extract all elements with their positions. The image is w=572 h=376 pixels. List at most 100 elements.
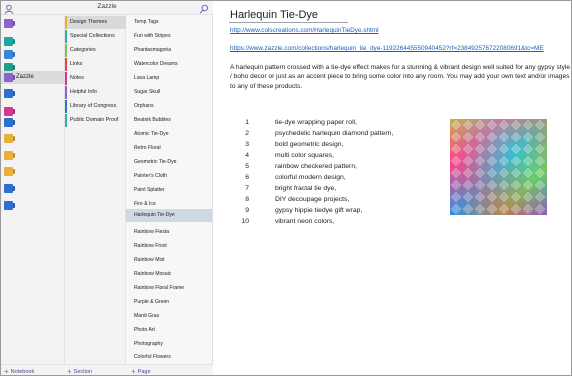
section-label: Design Themes bbox=[70, 19, 107, 25]
section-label: Notes bbox=[70, 75, 84, 81]
notebook-title: Zazzle bbox=[97, 3, 117, 10]
page-label: Paint Splatter bbox=[134, 187, 165, 193]
page-item[interactable]: Rainbow Mist bbox=[126, 254, 212, 267]
page-item-harlequin-tie-dye[interactable]: Harlequin Tie-Dye bbox=[126, 209, 212, 222]
title-bar: Zazzle bbox=[1, 1, 213, 15]
section-item-public-domain-proof[interactable]: Public Domain Proof bbox=[65, 114, 126, 127]
add-section-button[interactable]: + Section bbox=[67, 367, 92, 376]
page-list: Temp Tags Fun with Stripes Phantasmagori… bbox=[126, 15, 213, 364]
bottom-bar: + Notebook + Section + Page bbox=[1, 364, 213, 376]
list-text: colorful modern design, bbox=[275, 174, 346, 181]
notebook-icon bbox=[4, 201, 13, 210]
notebook-item[interactable] bbox=[1, 149, 65, 162]
page-item[interactable]: Mardi Gras bbox=[126, 310, 212, 323]
page-item[interactable]: Watercolor Dreams bbox=[126, 58, 212, 71]
notebook-item[interactable] bbox=[1, 132, 65, 145]
page-label: Phantasmagoria bbox=[134, 47, 172, 53]
page-item[interactable]: Orphans bbox=[126, 100, 212, 113]
onenote-window: Zazzle Zazzle Design Themes Special Coll… bbox=[0, 0, 572, 376]
page-label: Geometric Tie-Dye bbox=[134, 159, 177, 165]
notebook-item[interactable] bbox=[1, 17, 65, 30]
notebook-item[interactable] bbox=[1, 35, 65, 48]
page-item[interactable]: Atomic Tie-Dye bbox=[126, 128, 212, 141]
page-item[interactable]: Beatnik Bubbles bbox=[126, 114, 212, 127]
page-label: Rainbow Fiesta bbox=[134, 229, 170, 235]
harlequin-tie-dye-image[interactable] bbox=[450, 119, 547, 215]
page-label: Retro Floral bbox=[134, 145, 161, 151]
page-title[interactable]: Harlequin Tie-Dye bbox=[230, 9, 318, 21]
page-item[interactable]: Photography bbox=[126, 338, 212, 351]
notebook-item[interactable] bbox=[1, 182, 65, 195]
plus-icon: + bbox=[4, 367, 9, 376]
notebook-item[interactable] bbox=[1, 199, 65, 212]
section-color-bar bbox=[65, 100, 67, 113]
page-item[interactable]: Purple & Green bbox=[126, 296, 212, 309]
section-item-notes[interactable]: Notes bbox=[65, 72, 126, 85]
page-item[interactable]: Fun with Stripes bbox=[126, 30, 212, 43]
notebook-icon bbox=[4, 151, 13, 160]
list-text: rainbow checkered pattern, bbox=[275, 163, 357, 170]
page-item[interactable]: Paint Splatter bbox=[126, 184, 212, 197]
page-item[interactable]: Painter's Cloth bbox=[126, 170, 212, 183]
section-item-categories[interactable]: Categories bbox=[65, 44, 126, 57]
notebook-icon bbox=[4, 118, 13, 127]
page-label: Atomic Tie-Dye bbox=[134, 131, 169, 137]
page-label: Rainbow Mist bbox=[134, 257, 165, 263]
notebook-icon bbox=[4, 107, 13, 116]
list-number: 7 bbox=[245, 185, 249, 192]
plus-icon: + bbox=[67, 367, 72, 376]
page-item[interactable]: Geometric Tie-Dye bbox=[126, 156, 212, 169]
notebook-item-zazzle[interactable]: Zazzle bbox=[1, 71, 65, 84]
list-text: vibrant neon colors, bbox=[275, 218, 335, 225]
notebook-item[interactable] bbox=[1, 48, 65, 61]
list-text: psychedelic harlequin diamond pattern, bbox=[275, 130, 394, 137]
section-item-design-themes[interactable]: Design Themes bbox=[65, 16, 126, 29]
link-colscreations[interactable]: http://www.colscreations.com/HarlequinTi… bbox=[230, 27, 379, 34]
page-label: Fire & Ice bbox=[134, 201, 156, 207]
page-label: Harlequin Tie-Dye bbox=[134, 212, 175, 218]
page-label: Colorful Flowers bbox=[134, 354, 171, 360]
page-label: Lava Lamp bbox=[134, 75, 160, 81]
page-item[interactable]: Lava Lamp bbox=[126, 72, 212, 85]
page-label: Sugar Skull bbox=[134, 89, 161, 95]
page-label: Beatnik Bubbles bbox=[134, 117, 171, 123]
notebook-item[interactable] bbox=[1, 116, 65, 129]
title-underline bbox=[229, 22, 348, 23]
list-number: 10 bbox=[241, 218, 249, 225]
page-item[interactable]: Rainbow Mosaic bbox=[126, 268, 212, 281]
page-item[interactable]: Colorful Flowers bbox=[126, 351, 212, 364]
page-item[interactable]: Rainbow Frost bbox=[126, 240, 212, 253]
notebook-icon bbox=[4, 184, 13, 193]
notebook-icon bbox=[4, 89, 13, 98]
link-zazzle-collection[interactable]: https://www.zazzle.com/collections/harle… bbox=[230, 45, 544, 52]
notebook-item[interactable] bbox=[1, 165, 65, 178]
add-notebook-label: Notebook bbox=[10, 369, 35, 375]
section-item-library-of-congress[interactable]: Library of Congress bbox=[65, 100, 126, 113]
add-page-label: Page bbox=[137, 369, 151, 375]
add-page-button[interactable]: + Page bbox=[131, 367, 151, 375]
list-text: tie-dye wrapping paper roll, bbox=[275, 119, 357, 126]
page-content[interactable]: Harlequin Tie-Dye http://www.colscreatio… bbox=[214, 1, 571, 375]
page-item[interactable]: Rainbow Fiesta bbox=[126, 226, 212, 239]
page-description[interactable]: A harlequin pattern crossed with a tie-d… bbox=[230, 63, 570, 91]
section-color-bar bbox=[65, 16, 67, 29]
list-number: 2 bbox=[245, 130, 249, 137]
page-label: Photo Art bbox=[134, 327, 155, 333]
page-item[interactable]: Photo Art bbox=[126, 324, 212, 337]
list-text: bold geometric design, bbox=[275, 141, 344, 148]
section-color-bar bbox=[65, 30, 67, 43]
page-label: Orphans bbox=[134, 103, 154, 109]
section-item-helpful-info[interactable]: Helpful Info bbox=[65, 86, 126, 99]
page-item[interactable]: Phantasmagoria bbox=[126, 44, 212, 57]
page-item[interactable]: Rainbow Floral Frame bbox=[126, 282, 212, 295]
page-item[interactable]: Sugar Skull bbox=[126, 86, 212, 99]
notebook-item[interactable] bbox=[1, 87, 65, 100]
section-item-special-collections[interactable]: Special Collections bbox=[65, 30, 126, 43]
notebook-label: Zazzle bbox=[16, 74, 34, 80]
page-item[interactable]: Retro Floral bbox=[126, 142, 212, 155]
list-text: multi color squares, bbox=[275, 152, 334, 159]
section-item-links[interactable]: Links bbox=[65, 58, 126, 71]
list-text: bright fractal tie dye, bbox=[275, 185, 337, 192]
add-notebook-button[interactable]: + Notebook bbox=[4, 367, 35, 376]
page-item[interactable]: Temp Tags bbox=[126, 16, 212, 29]
